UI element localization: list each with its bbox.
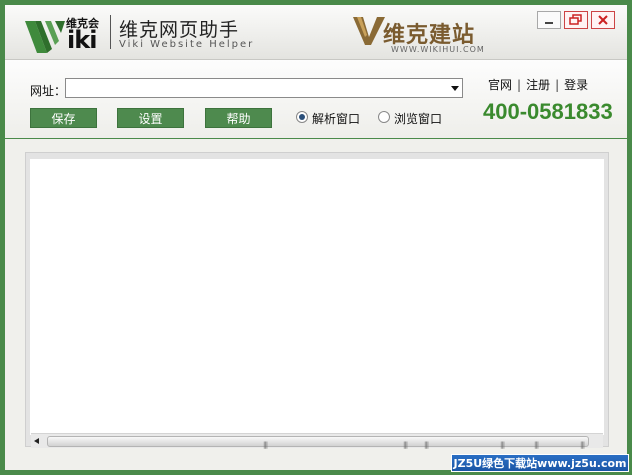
logo-text: iki [67,26,97,54]
browse-window-radio[interactable] [378,111,390,123]
minimize-button[interactable] [537,11,561,29]
logo-divider [110,15,111,49]
site-watermark: JZ5U绿色下载站www.jz5u.com [451,454,629,472]
parse-window-radio[interactable] [296,111,308,123]
restore-icon [569,14,582,25]
brand-logo: 维克建站 WWW.WIKIHUI.COM [353,15,503,55]
minimize-icon [545,22,553,24]
web-content-area[interactable] [30,159,604,435]
link-separator: | [517,78,522,92]
restore-button[interactable] [564,11,588,29]
grip-icon: ||| [534,441,539,449]
grip-icon: ||| [424,441,429,449]
close-icon [598,15,608,25]
grip-icon: ||| [580,441,585,449]
logo-stripes-icon [25,21,65,53]
settings-button[interactable]: 设置 [117,108,184,128]
scrollbar-thumb[interactable]: ||| ||| ||| ||| ||| ||| [47,436,589,449]
top-links: 官网 | 注册 | 登录 [488,76,588,93]
toolbar: 网址： 保存 设置 帮助 解析窗口 浏览窗口 官网 | 注册 | 登录 400-0581… [5,60,627,139]
register-link[interactable]: 注册 [526,76,550,93]
app-window: 维克会 iki 维克网页助手 Viki Website Helper 维克建站 … [5,5,627,470]
official-site-link[interactable]: 官网 [488,76,512,93]
brand-url: WWW.WIKIHUI.COM [391,45,485,54]
close-button[interactable] [591,11,615,29]
parse-window-label[interactable]: 解析窗口 [312,110,360,127]
save-button[interactable]: 保存 [30,108,97,128]
browse-window-label[interactable]: 浏览窗口 [394,110,442,127]
brand-v-icon [353,17,385,45]
hotline-number: 400-0581833 [483,99,613,124]
horizontal-scrollbar[interactable]: ||| ||| ||| ||| ||| ||| [31,433,603,449]
url-label: 网址： [30,84,67,98]
grip-icon: ||| [263,441,268,449]
grip-icon: ||| [500,441,505,449]
scroll-left-icon[interactable] [33,437,41,445]
viki-logo: 维克会 iki [25,13,105,55]
app-header: 维克会 iki 维克网页助手 Viki Website Helper 维克建站 … [5,5,627,60]
grip-icon: ||| [403,441,408,449]
app-subtitle: Viki Website Helper [119,39,255,50]
help-button[interactable]: 帮助 [205,108,272,128]
url-combobox[interactable] [65,78,463,98]
link-separator: | [555,78,560,92]
content-frame [25,152,609,447]
login-link[interactable]: 登录 [564,76,588,93]
dropdown-arrow-icon[interactable] [451,84,459,92]
app-title: 维克网页助手 [119,19,240,41]
